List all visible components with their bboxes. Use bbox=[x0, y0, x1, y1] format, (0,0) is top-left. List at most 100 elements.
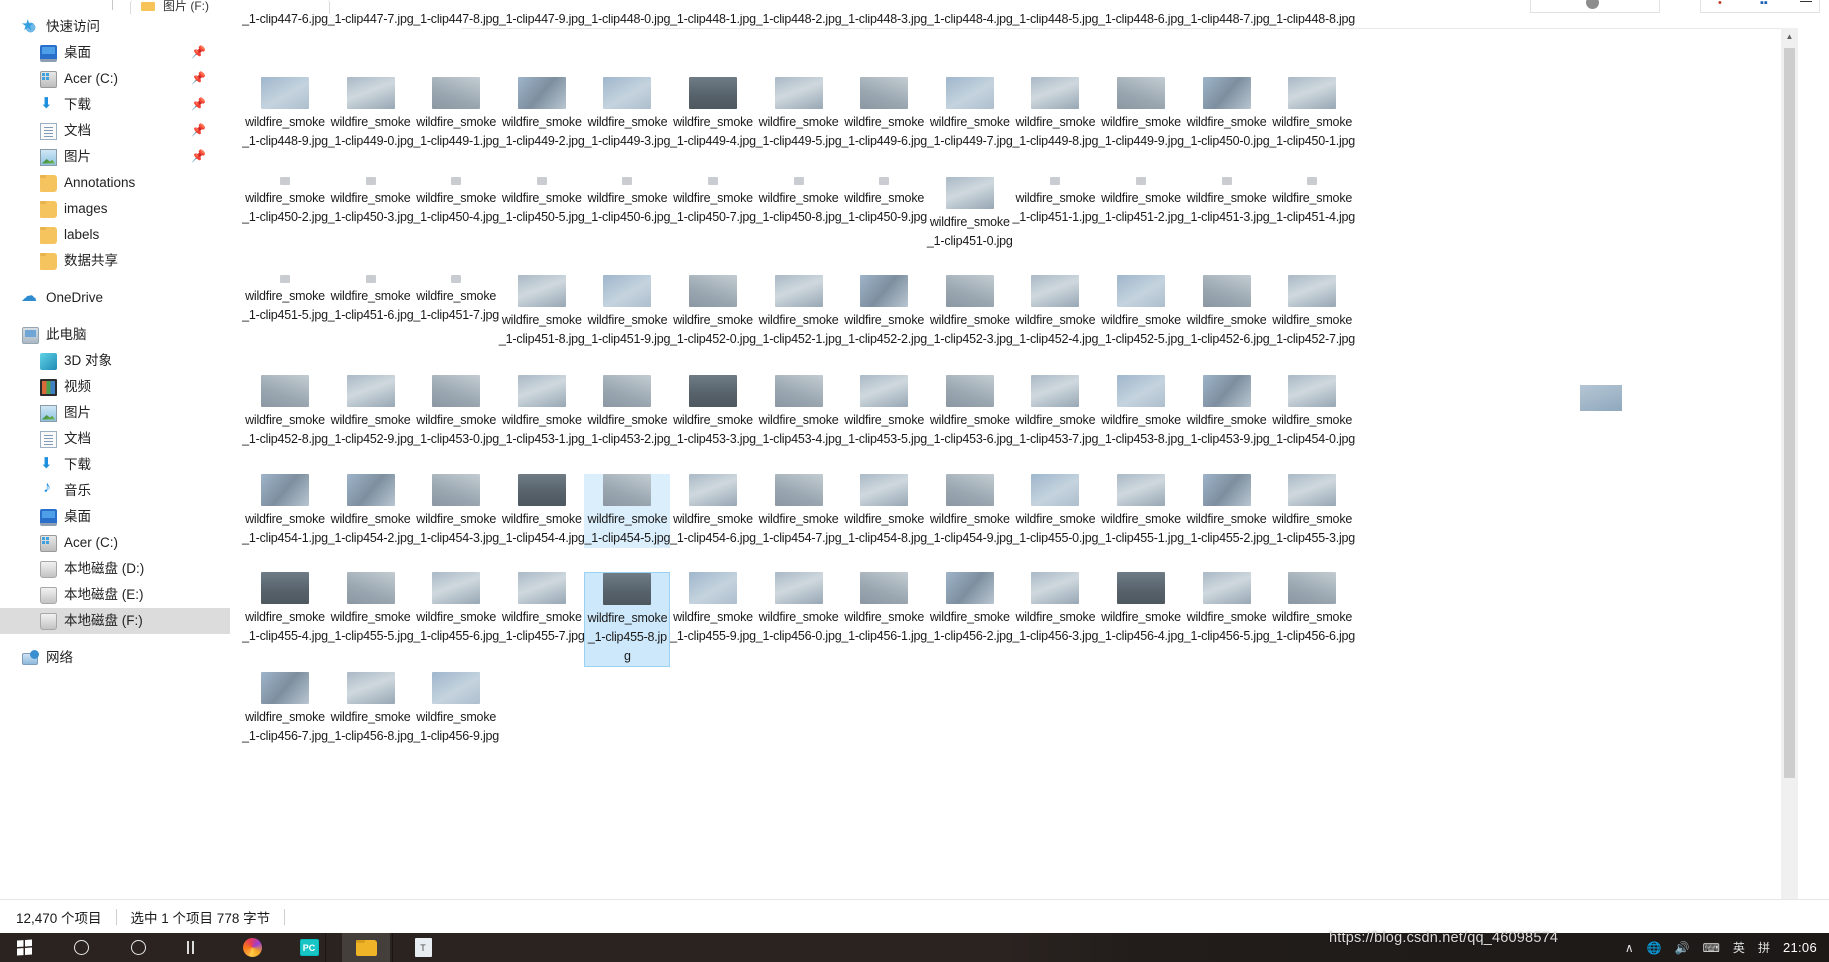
file-tile[interactable]: wildfire_smoke_1-clip454-6.jpg bbox=[670, 474, 756, 548]
file-tile[interactable]: wildfire_smoke_1-clip448-7.jpg bbox=[1184, 14, 1270, 29]
file-tile[interactable]: wildfire_smoke_1-clip456-4.jpg bbox=[1098, 572, 1184, 646]
file-tile[interactable]: wildfire_smoke_1-clip453-6.jpg bbox=[927, 375, 1013, 449]
file-tile[interactable]: wildfire_smoke_1-clip456-9.jpg bbox=[413, 672, 499, 746]
navigation-pane[interactable]: 快速访问桌面 📌 Acer (C:) 📌 下载 📌 文档 📌 图片 📌 Annotations ima… bbox=[0, 14, 230, 899]
file-tile[interactable]: wildfire_smoke_1-clip456-3.jpg bbox=[1012, 572, 1098, 646]
file-tile[interactable]: wildfire_smoke_1-clip447-8.jpg bbox=[413, 14, 499, 29]
sidebar-item-item-2[interactable]: 下载 📌 bbox=[0, 92, 230, 118]
file-tile[interactable]: wildfire_smoke_1-clip454-8.jpg bbox=[841, 474, 927, 548]
file-tile[interactable]: wildfire_smoke_1-clip454-7.jpg bbox=[756, 474, 842, 548]
file-tile[interactable]: wildfire_smoke_1-clip454-1.jpg bbox=[242, 474, 328, 548]
file-tile[interactable]: wildfire_smoke_1-clip455-8.jpg bbox=[584, 572, 671, 667]
file-tile[interactable]: wildfire_smoke_1-clip452-8.jpg bbox=[242, 375, 328, 449]
file-tile[interactable]: wildfire_smoke_1-clip455-5.jpg bbox=[328, 572, 414, 646]
file-tile[interactable]: wildfire_smoke_1-clip451-3.jpg bbox=[1184, 177, 1270, 227]
sidebar-item-item-2[interactable]: 图片 bbox=[0, 400, 230, 426]
file-grid[interactable]: wildfire_smoke_1-clip447-6.jpgwildfire_s… bbox=[230, 14, 1550, 899]
file-tile[interactable]: wildfire_smoke_1-clip448-0.jpg bbox=[584, 14, 671, 29]
tray-icon[interactable]: ∧ bbox=[1625, 941, 1634, 955]
file-tile[interactable]: wildfire_smoke_1-clip448-6.jpg bbox=[1098, 14, 1184, 29]
file-tile[interactable]: wildfire_smoke_1-clip455-0.jpg bbox=[1012, 474, 1098, 548]
file-tile[interactable]: wildfire_smoke_1-clip448-9.jpg bbox=[242, 77, 328, 151]
file-tile[interactable]: wildfire_smoke_1-clip453-9.jpg bbox=[1184, 375, 1270, 449]
file-tile[interactable]: wildfire_smoke_1-clip455-2.jpg bbox=[1184, 474, 1270, 548]
file-tile[interactable]: wildfire_smoke_1-clip454-2.jpg bbox=[328, 474, 414, 548]
file-tile[interactable]: wildfire_smoke_1-clip453-3.jpg bbox=[670, 375, 756, 449]
start-button[interactable] bbox=[0, 933, 48, 962]
file-explorer-button[interactable] bbox=[342, 933, 390, 962]
firefox-button[interactable] bbox=[228, 933, 276, 962]
sidebar-item-f[interactable]: 本地磁盘 (F:) bbox=[0, 608, 230, 634]
file-tile[interactable]: wildfire_smoke_1-clip452-3.jpg bbox=[927, 275, 1013, 349]
file-tile[interactable]: wildfire_smoke_1-clip450-3.jpg bbox=[328, 177, 414, 227]
file-tile[interactable]: wildfire_smoke_1-clip452-6.jpg bbox=[1184, 275, 1270, 349]
file-tile[interactable]: wildfire_smoke_1-clip452-5.jpg bbox=[1098, 275, 1184, 349]
file-tile[interactable]: wildfire_smoke_1-clip450-2.jpg bbox=[242, 177, 328, 227]
file-tile[interactable]: wildfire_smoke_1-clip454-0.jpg bbox=[1269, 375, 1355, 449]
sidebar-item-annotations[interactable]: Annotations bbox=[0, 170, 230, 196]
file-tile[interactable]: wildfire_smoke_1-clip452-7.jpg bbox=[1269, 275, 1355, 349]
minimize-button[interactable] bbox=[1800, 1, 1812, 2]
sidebar-item-item-4[interactable]: 下载 bbox=[0, 452, 230, 478]
scroll-up-icon[interactable]: ▲ bbox=[1781, 28, 1798, 45]
vertical-scrollbar[interactable]: ▲ ▼ bbox=[1781, 28, 1798, 899]
file-tile[interactable]: wildfire_smoke_1-clip449-4.jpg bbox=[670, 77, 756, 151]
file-tile[interactable]: wildfire_smoke_1-clip453-7.jpg bbox=[1012, 375, 1098, 449]
file-tile[interactable]: wildfire_smoke_1-clip451-7.jpg bbox=[413, 275, 499, 325]
file-tile[interactable]: wildfire_smoke_1-clip456-8.jpg bbox=[328, 672, 414, 746]
file-tile[interactable]: wildfire_smoke_1-clip452-1.jpg bbox=[756, 275, 842, 349]
text-editor-button[interactable]: T bbox=[399, 933, 447, 962]
tray-icon[interactable]: 拼 bbox=[1758, 939, 1770, 956]
sidebar-item-item-0[interactable]: 桌面 📌 bbox=[0, 40, 230, 66]
file-tile[interactable]: wildfire_smoke_1-clip449-8.jpg bbox=[1012, 77, 1098, 151]
file-tile[interactable]: wildfire_smoke_1-clip449-7.jpg bbox=[927, 77, 1013, 151]
sidebar-item-item-8[interactable]: 数据共享 bbox=[0, 248, 230, 274]
file-tile[interactable]: wildfire_smoke_1-clip456-2.jpg bbox=[927, 572, 1013, 646]
file-tile[interactable]: wildfire_smoke_1-clip450-9.jpg bbox=[841, 177, 927, 227]
extension-icon[interactable]: ▪▪ bbox=[1760, 0, 1768, 9]
tray-icon[interactable]: 英 bbox=[1733, 939, 1745, 956]
sidebar-item-labels[interactable]: labels bbox=[0, 222, 230, 248]
file-tile[interactable]: wildfire_smoke_1-clip449-5.jpg bbox=[756, 77, 842, 151]
pin-icon[interactable]: 📌 bbox=[191, 46, 206, 58]
file-tile[interactable]: wildfire_smoke_1-clip448-3.jpg bbox=[841, 14, 927, 29]
tray-icon[interactable]: 🔊 bbox=[1675, 941, 1690, 955]
file-tile[interactable]: wildfire_smoke_1-clip455-7.jpg bbox=[499, 572, 585, 646]
file-tile[interactable]: wildfire_smoke_1-clip451-8.jpg bbox=[499, 275, 585, 349]
sidebar-group-quick-access[interactable]: 快速访问 bbox=[0, 14, 230, 40]
pin-icon[interactable]: 📌 bbox=[191, 150, 206, 162]
file-tile[interactable]: wildfire_smoke_1-clip453-1.jpg bbox=[499, 375, 585, 449]
file-tile[interactable]: wildfire_smoke_1-clip450-5.jpg bbox=[499, 177, 585, 227]
tray-icon[interactable]: 🌐 bbox=[1647, 941, 1662, 955]
sidebar-item-acer-c[interactable]: Acer (C:) bbox=[0, 530, 230, 556]
file-tile[interactable]: wildfire_smoke_1-clip447-9.jpg bbox=[499, 14, 585, 29]
file-tile[interactable]: wildfire_smoke_1-clip451-1.jpg bbox=[1012, 177, 1098, 227]
sidebar-item-item-4[interactable]: 图片 📌 bbox=[0, 144, 230, 170]
file-tile[interactable]: wildfire_smoke_1-clip449-3.jpg bbox=[584, 77, 670, 151]
sidebar-item-d[interactable]: 本地磁盘 (D:) bbox=[0, 556, 230, 582]
explorer-tab[interactable]: 图片 (F:) bbox=[130, 0, 330, 14]
file-tile[interactable]: wildfire_smoke_1-clip451-5.jpg bbox=[242, 275, 328, 325]
file-tile[interactable]: wildfire_smoke_1-clip453-2.jpg bbox=[584, 375, 670, 449]
file-tile[interactable]: wildfire_smoke_1-clip450-0.jpg bbox=[1184, 77, 1270, 151]
file-tile[interactable]: wildfire_smoke_1-clip447-7.jpg bbox=[328, 14, 414, 29]
file-tile[interactable]: wildfire_smoke_1-clip453-5.jpg bbox=[841, 375, 927, 449]
file-tile[interactable]: wildfire_smoke_1-clip455-4.jpg bbox=[242, 572, 328, 646]
file-tile[interactable]: wildfire_smoke_1-clip450-4.jpg bbox=[413, 177, 499, 227]
clock[interactable]: 21:06 bbox=[1783, 940, 1817, 955]
file-tile[interactable]: wildfire_smoke_1-clip453-0.jpg bbox=[413, 375, 499, 449]
file-tile[interactable]: wildfire_smoke_1-clip448-1.jpg bbox=[670, 14, 756, 29]
file-tile[interactable]: wildfire_smoke_1-clip448-5.jpg bbox=[1012, 14, 1099, 29]
file-tile[interactable]: wildfire_smoke_1-clip452-0.jpg bbox=[670, 275, 756, 349]
file-tile[interactable]: wildfire_smoke_1-clip449-6.jpg bbox=[841, 77, 927, 151]
file-tile[interactable]: wildfire_smoke_1-clip455-6.jpg bbox=[413, 572, 499, 646]
file-tile[interactable]: wildfire_smoke_1-clip456-0.jpg bbox=[756, 572, 842, 646]
pin-icon[interactable]: 📌 bbox=[191, 72, 206, 84]
file-tile[interactable]: wildfire_smoke_1-clip448-2.jpg bbox=[756, 14, 842, 29]
sidebar-item-acer-c[interactable]: Acer (C:) 📌 bbox=[0, 66, 230, 92]
sidebar-item-images[interactable]: images bbox=[0, 196, 230, 222]
file-tile[interactable]: wildfire_smoke_1-clip453-8.jpg bbox=[1098, 375, 1184, 449]
file-tile[interactable]: wildfire_smoke_1-clip451-9.jpg bbox=[584, 275, 670, 349]
file-tile[interactable]: wildfire_smoke_1-clip450-8.jpg bbox=[756, 177, 842, 227]
file-tile[interactable]: wildfire_smoke_1-clip449-2.jpg bbox=[499, 77, 585, 151]
